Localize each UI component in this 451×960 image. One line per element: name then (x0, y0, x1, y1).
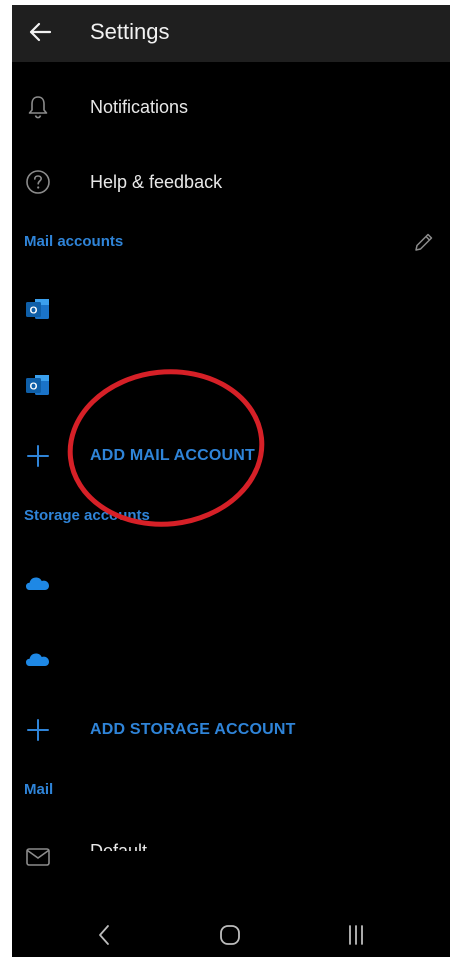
mail-section-header: Mail (24, 781, 54, 798)
onedrive-cloud-icon (26, 653, 49, 666)
mail-accounts-header: Mail accounts (24, 233, 124, 250)
outlook-icon: O (26, 299, 49, 319)
plus-icon (27, 719, 49, 741)
back-arrow-icon[interactable] (26, 18, 54, 46)
envelope-icon (26, 848, 50, 866)
chevron-left-icon[interactable] (91, 921, 119, 949)
bell-icon (28, 96, 48, 119)
system-nav-bar (12, 905, 450, 957)
svg-text:O: O (30, 306, 38, 317)
phone-screen: Settings Notifications Help & feedback M… (12, 5, 450, 957)
add-mail-account-label: ADD MAIL ACCOUNT (90, 447, 255, 464)
storage-accounts-header: Storage accounts (24, 507, 150, 524)
add-storage-account-label: ADD STORAGE ACCOUNT (90, 721, 296, 738)
home-circle-icon[interactable] (216, 921, 244, 949)
help-feedback-row[interactable]: Help & feedback (12, 148, 450, 212)
svg-text:O: O (30, 382, 38, 393)
question-circle-icon (26, 170, 50, 194)
help-feedback-label: Help & feedback (90, 172, 223, 192)
mail-account-row[interactable]: O (12, 275, 450, 339)
add-storage-account-button[interactable]: ADD STORAGE ACCOUNT (12, 696, 450, 760)
app-bar: Settings (12, 5, 450, 62)
storage-account-row[interactable] (12, 625, 450, 689)
mail-default-label: Default... (90, 841, 163, 861)
page-title: Settings (90, 19, 170, 44)
outlook-icon: O (26, 375, 49, 395)
notifications-label: Notifications (90, 97, 189, 117)
notifications-row[interactable]: Notifications (12, 73, 450, 137)
add-mail-account-button[interactable]: ADD MAIL ACCOUNT (12, 422, 450, 486)
mail-default-row[interactable]: Default... (12, 825, 450, 885)
plus-icon (27, 445, 49, 467)
pencil-icon[interactable] (412, 230, 436, 254)
storage-account-row[interactable] (12, 549, 450, 613)
onedrive-cloud-icon (26, 577, 49, 590)
recents-icon[interactable] (342, 921, 370, 949)
mail-account-row[interactable]: O (12, 351, 450, 415)
